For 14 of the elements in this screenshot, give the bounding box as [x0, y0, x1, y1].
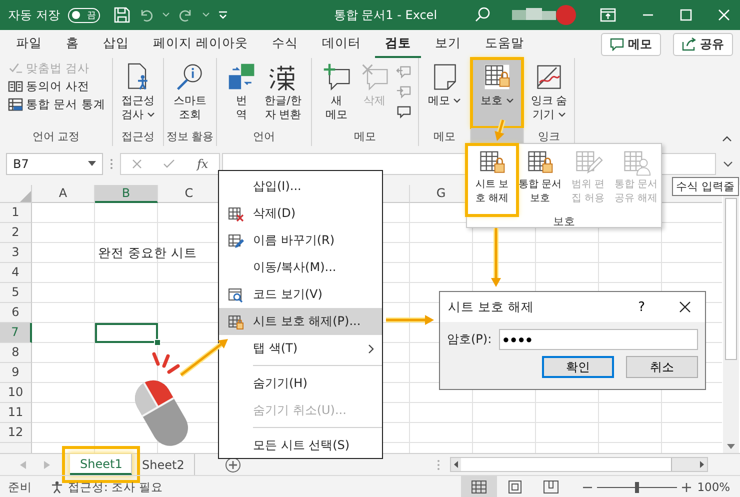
status-text: 준비 — [8, 480, 32, 494]
tooltip: 수식 입력줄 — [672, 177, 738, 196]
group-label: 언어 — [217, 128, 312, 146]
group-label: 보호 — [552, 214, 576, 229]
group-label: 접근성 — [113, 128, 164, 146]
dialog-title: 시트 보호 해제 — [448, 298, 534, 316]
autosave-label: 자동 저장 — [8, 6, 60, 24]
zoom-level: 100% — [697, 480, 730, 494]
field-label: 암호(P): — [447, 331, 492, 348]
group-label: 메모 — [312, 128, 419, 146]
cell-text: 완전 중요한 시트 — [98, 245, 197, 262]
group-label: 언어 교정 — [0, 128, 113, 146]
window-title: 통합 문서1 - Excel — [334, 6, 438, 24]
group-label: 정보 활용 — [164, 128, 217, 146]
